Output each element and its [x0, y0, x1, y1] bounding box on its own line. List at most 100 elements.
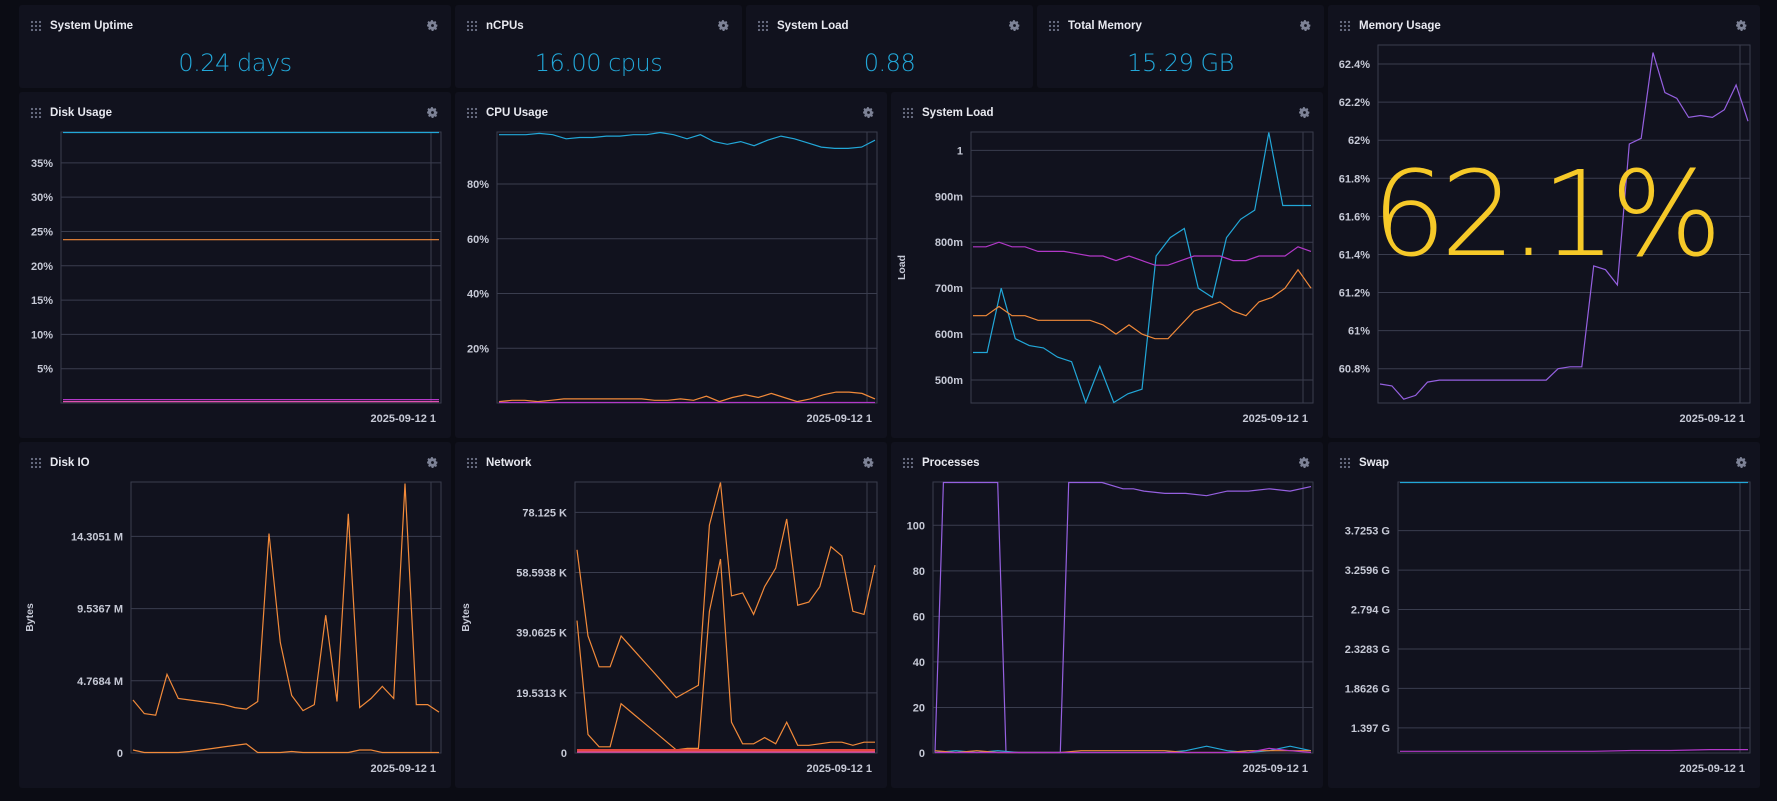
drag-handle-icon[interactable]	[1048, 20, 1060, 31]
y-tick-label: 25%	[31, 226, 53, 238]
panel-title: System Uptime	[50, 20, 134, 32]
y-tick-label: 800m	[935, 237, 963, 249]
series-line	[973, 268, 1312, 340]
y-tick-label: 700m	[935, 283, 963, 295]
y-tick-label: 4.7684 M	[77, 676, 123, 688]
drag-handle-icon[interactable]	[30, 20, 42, 31]
plot-frame	[1397, 481, 1751, 754]
stat-value: 15.29 GB	[1127, 49, 1234, 77]
series-line	[132, 743, 439, 754]
plot-frame	[496, 131, 878, 404]
y-axis-label: Load	[896, 255, 908, 280]
chart-processes: 0 20 40 60 80 100 2025-09-12 1	[907, 481, 1314, 775]
stat-value: 16.00 cpus	[534, 49, 663, 77]
y-tick-label: 500m	[935, 375, 963, 387]
y-tick-label: 10%	[31, 329, 53, 341]
y-tick-label: 1.397 G	[1351, 723, 1390, 735]
y-tick-label: 20	[913, 702, 925, 714]
chart-system_load: 500m 600m 700m 800m 900m 1 Load 2025-09-12 1	[896, 131, 1314, 425]
panel-disk-io: Disk IO 0 4.7684 M 9.5367 M 14.3051 M Bytes 20…	[19, 442, 451, 788]
y-axis-label: Bytes	[460, 603, 472, 632]
series-line	[1400, 749, 1748, 752]
stat-value: 0.24 days	[178, 49, 292, 77]
y-tick-label: 40%	[467, 289, 489, 301]
panel-title: Total Memory	[1068, 20, 1142, 32]
y-tick-label: 30%	[31, 192, 53, 204]
panel-processes: Processes 0 20 40 60 80 100 2025-09-12 1	[891, 442, 1323, 788]
y-tick-label: 0	[561, 748, 567, 760]
panel-title: nCPUs	[486, 20, 524, 32]
y-tick-label: 1.8626 G	[1345, 683, 1390, 695]
x-tick-label: 2025-09-12 1	[1243, 763, 1308, 775]
y-tick-label: 19.5313 K	[516, 688, 567, 700]
y-tick-label: 62.2%	[1339, 97, 1370, 109]
x-tick-label: 2025-09-12 1	[1680, 413, 1745, 425]
y-tick-label: 15%	[31, 295, 53, 307]
y-tick-label: 39.0625 K	[516, 628, 567, 640]
gear-icon[interactable]	[717, 19, 730, 32]
y-tick-label: 2.3283 G	[1345, 644, 1390, 656]
y-axis-label: Bytes	[24, 603, 36, 632]
y-tick-label: 60	[913, 611, 925, 623]
plot-frame	[932, 481, 1314, 754]
y-tick-label: 20%	[31, 261, 53, 273]
x-tick-label: 2025-09-12 1	[807, 763, 872, 775]
y-tick-label: 61%	[1348, 326, 1370, 338]
y-tick-label: 9.5367 M	[77, 604, 123, 616]
gear-icon[interactable]	[426, 19, 439, 32]
y-tick-label: 62.4%	[1339, 59, 1370, 71]
y-tick-label: 60.8%	[1339, 364, 1370, 376]
drag-handle-icon[interactable]	[757, 20, 769, 31]
series-line	[973, 241, 1312, 266]
chart-network: 0 19.5313 K 39.0625 K 58.5938 K 78.125 K Byte…	[460, 481, 878, 775]
y-tick-label: 900m	[935, 191, 963, 203]
y-tick-label: 80	[913, 566, 925, 578]
chart-cpu_usage: 20% 40% 60% 80% 2025-09-12 1	[467, 131, 878, 425]
y-tick-label: 78.125 K	[522, 507, 567, 519]
drag-handle-icon[interactable]	[466, 20, 478, 31]
y-tick-label: 1	[957, 145, 963, 157]
chart-swap: 1.397 G 1.8626 G 2.3283 G 2.794 G 3.2596 G 3.…	[1345, 481, 1751, 775]
y-tick-label: 5%	[37, 364, 53, 376]
panel-memory-usage: Memory Usage 60.8% 61% 61.2% 61.4% 61.6% 61.8%…	[1328, 5, 1760, 438]
series-line	[576, 482, 876, 699]
panel-disk-usage: Disk Usage 5% 10% 15% 20% 25% 30% 35% 2025-09-12…	[19, 92, 451, 438]
x-tick-label: 2025-09-12 1	[807, 413, 872, 425]
x-tick-label: 2025-09-12 1	[371, 413, 436, 425]
y-tick-label: 20%	[467, 343, 489, 355]
y-tick-label: 100	[907, 520, 925, 532]
plot-frame	[60, 131, 442, 404]
x-tick-label: 2025-09-12 1	[1243, 413, 1308, 425]
y-tick-label: 62%	[1348, 135, 1370, 147]
y-tick-label: 600m	[935, 329, 963, 341]
series-line	[498, 391, 876, 403]
stat-panel-uptime: System Uptime 0.24 days	[19, 5, 451, 88]
chart-disk_usage: 5% 10% 15% 20% 25% 30% 35% 2025-09-12 1	[31, 131, 442, 425]
panel-system-load: System Load 500m 600m 700m 800m 900m 1 Load 2025…	[891, 92, 1323, 438]
panel-swap: Swap 1.397 G 1.8626 G 2.3283 G 2.794 G 3.2596…	[1328, 442, 1760, 788]
y-tick-label: 80%	[467, 179, 489, 191]
chart-disk_io: 0 4.7684 M 9.5367 M 14.3051 M Bytes 2025-09-1…	[24, 481, 442, 775]
y-tick-label: 3.7253 G	[1345, 526, 1390, 538]
panel-network: Network 0 19.5313 K 39.0625 K 58.5938 K 78.12…	[455, 442, 887, 788]
y-tick-label: 14.3051 M	[71, 531, 123, 543]
panel-cpu-usage: CPU Usage 20% 40% 60% 80% 2025-09-12 1	[455, 92, 887, 438]
y-tick-label: 60%	[467, 234, 489, 246]
y-tick-label: 0	[919, 748, 925, 760]
plot-frame	[574, 481, 878, 754]
series-line	[973, 132, 1311, 404]
y-tick-label: 35%	[31, 158, 53, 170]
series-line	[499, 131, 876, 150]
gear-icon[interactable]	[1008, 19, 1021, 32]
y-tick-label: 0	[117, 748, 123, 760]
memory-usage-big-value: 62.1%	[1371, 145, 1723, 283]
stat-panel-total-memory: Total Memory 15.29 GB	[1037, 5, 1324, 88]
panel-title: System Load	[777, 20, 849, 32]
x-tick-label: 2025-09-12 1	[371, 763, 436, 775]
gear-icon[interactable]	[1299, 19, 1312, 32]
y-tick-label: 3.2596 G	[1345, 565, 1390, 577]
y-tick-label: 58.5938 K	[516, 568, 567, 580]
stat-panel-system-load: System Load 0.88	[746, 5, 1033, 88]
stat-value: 0.88	[863, 49, 916, 77]
y-tick-label: 61.2%	[1339, 288, 1370, 300]
